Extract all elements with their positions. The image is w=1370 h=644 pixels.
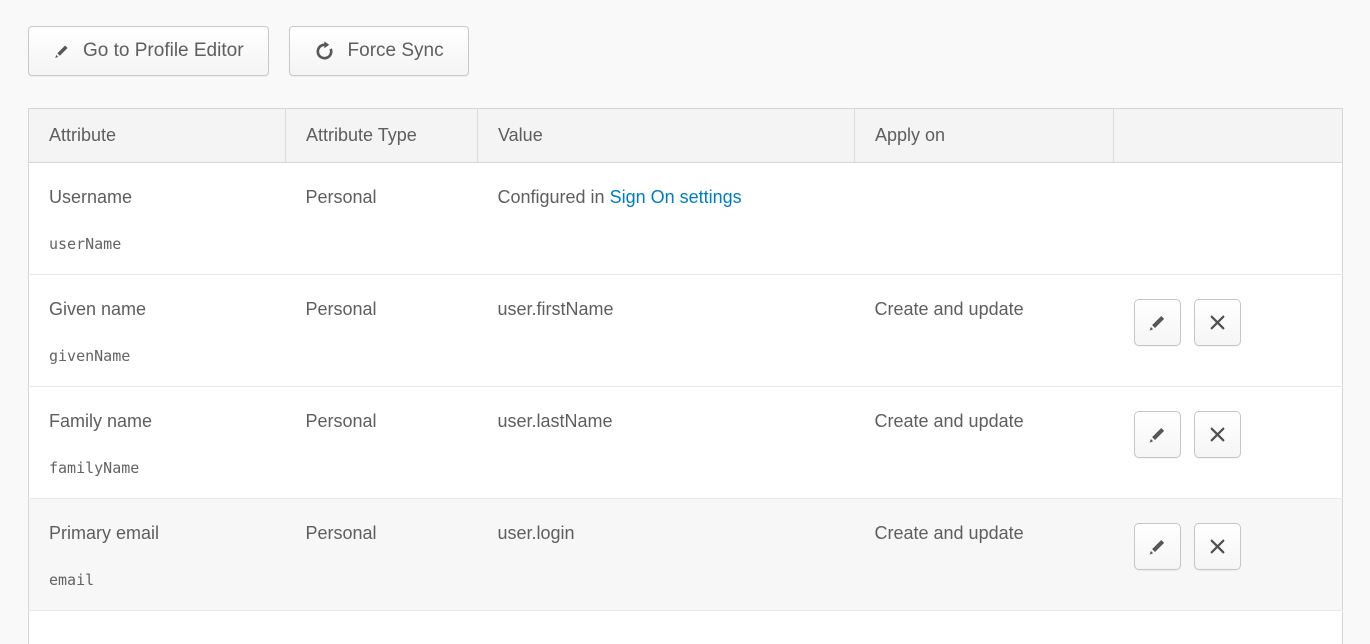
attribute-type: Personal — [286, 163, 478, 275]
apply-on-cell — [855, 163, 1114, 275]
actions-cell — [1114, 163, 1343, 275]
x-icon — [1209, 538, 1226, 555]
toolbar: Go to Profile Editor Force Sync — [28, 26, 1342, 76]
value-text: user.login — [478, 499, 855, 611]
force-sync-label: Force Sync — [348, 40, 444, 62]
go-to-profile-editor-button[interactable]: Go to Profile Editor — [28, 26, 269, 76]
value-text: user.firstName — [478, 275, 855, 387]
go-to-profile-editor-label: Go to Profile Editor — [83, 40, 244, 62]
pencil-icon — [53, 43, 70, 60]
edit-attribute-button[interactable] — [1134, 411, 1181, 458]
delete-attribute-button[interactable] — [1194, 523, 1241, 570]
attribute-mappings-table: Attribute Attribute Type Value Apply on … — [28, 108, 1343, 644]
pencil-icon — [1147, 425, 1167, 445]
attribute-mappings-page: Go to Profile Editor Force Sync Attribut… — [0, 0, 1370, 644]
attribute-type: Personal — [286, 387, 478, 499]
refresh-icon — [314, 41, 335, 62]
header-apply-on: Apply on — [855, 109, 1114, 163]
x-icon — [1209, 314, 1226, 331]
table-header-row: Attribute Attribute Type Value Apply on — [29, 109, 1343, 163]
attribute-variable: userName — [49, 235, 276, 253]
attribute-label: Username — [49, 187, 276, 208]
attribute-type: Personal — [286, 275, 478, 387]
attribute-variable: givenName — [49, 347, 276, 365]
value-text: user.lastName — [478, 387, 855, 499]
sign-on-settings-link[interactable]: Sign On settings — [610, 187, 742, 207]
table-row-partial — [29, 611, 1343, 644]
table-row-username: Username userName Personal Configured in… — [29, 163, 1343, 275]
edit-attribute-button[interactable] — [1134, 523, 1181, 570]
header-attribute: Attribute — [29, 109, 286, 163]
apply-on-cell: Create and update — [855, 499, 1114, 611]
actions-cell — [1114, 387, 1343, 499]
actions-cell — [1114, 499, 1343, 611]
table-row-given-name: Given name givenName Personal user.first… — [29, 275, 1343, 387]
edit-attribute-button[interactable] — [1134, 299, 1181, 346]
delete-attribute-button[interactable] — [1194, 299, 1241, 346]
table-row-primary-email: Primary email email Personal user.login … — [29, 499, 1343, 611]
actions-cell — [1114, 275, 1343, 387]
attribute-label: Primary email — [49, 523, 276, 544]
delete-attribute-button[interactable] — [1194, 411, 1241, 458]
header-actions — [1114, 109, 1343, 163]
pencil-icon — [1147, 313, 1167, 333]
attribute-variable: email — [49, 571, 276, 589]
attribute-variable: familyName — [49, 459, 276, 477]
attribute-label: Family name — [49, 411, 276, 432]
header-attribute-type: Attribute Type — [286, 109, 478, 163]
table-row-family-name: Family name familyName Personal user.las… — [29, 387, 1343, 499]
attribute-type: Personal — [286, 499, 478, 611]
pencil-icon — [1147, 537, 1167, 557]
attribute-label: Given name — [49, 299, 276, 320]
force-sync-button[interactable]: Force Sync — [289, 26, 469, 76]
x-icon — [1209, 426, 1226, 443]
header-value: Value — [478, 109, 855, 163]
apply-on-cell: Create and update — [855, 275, 1114, 387]
apply-on-cell: Create and update — [855, 387, 1114, 499]
value-text: Configured in — [498, 187, 610, 207]
